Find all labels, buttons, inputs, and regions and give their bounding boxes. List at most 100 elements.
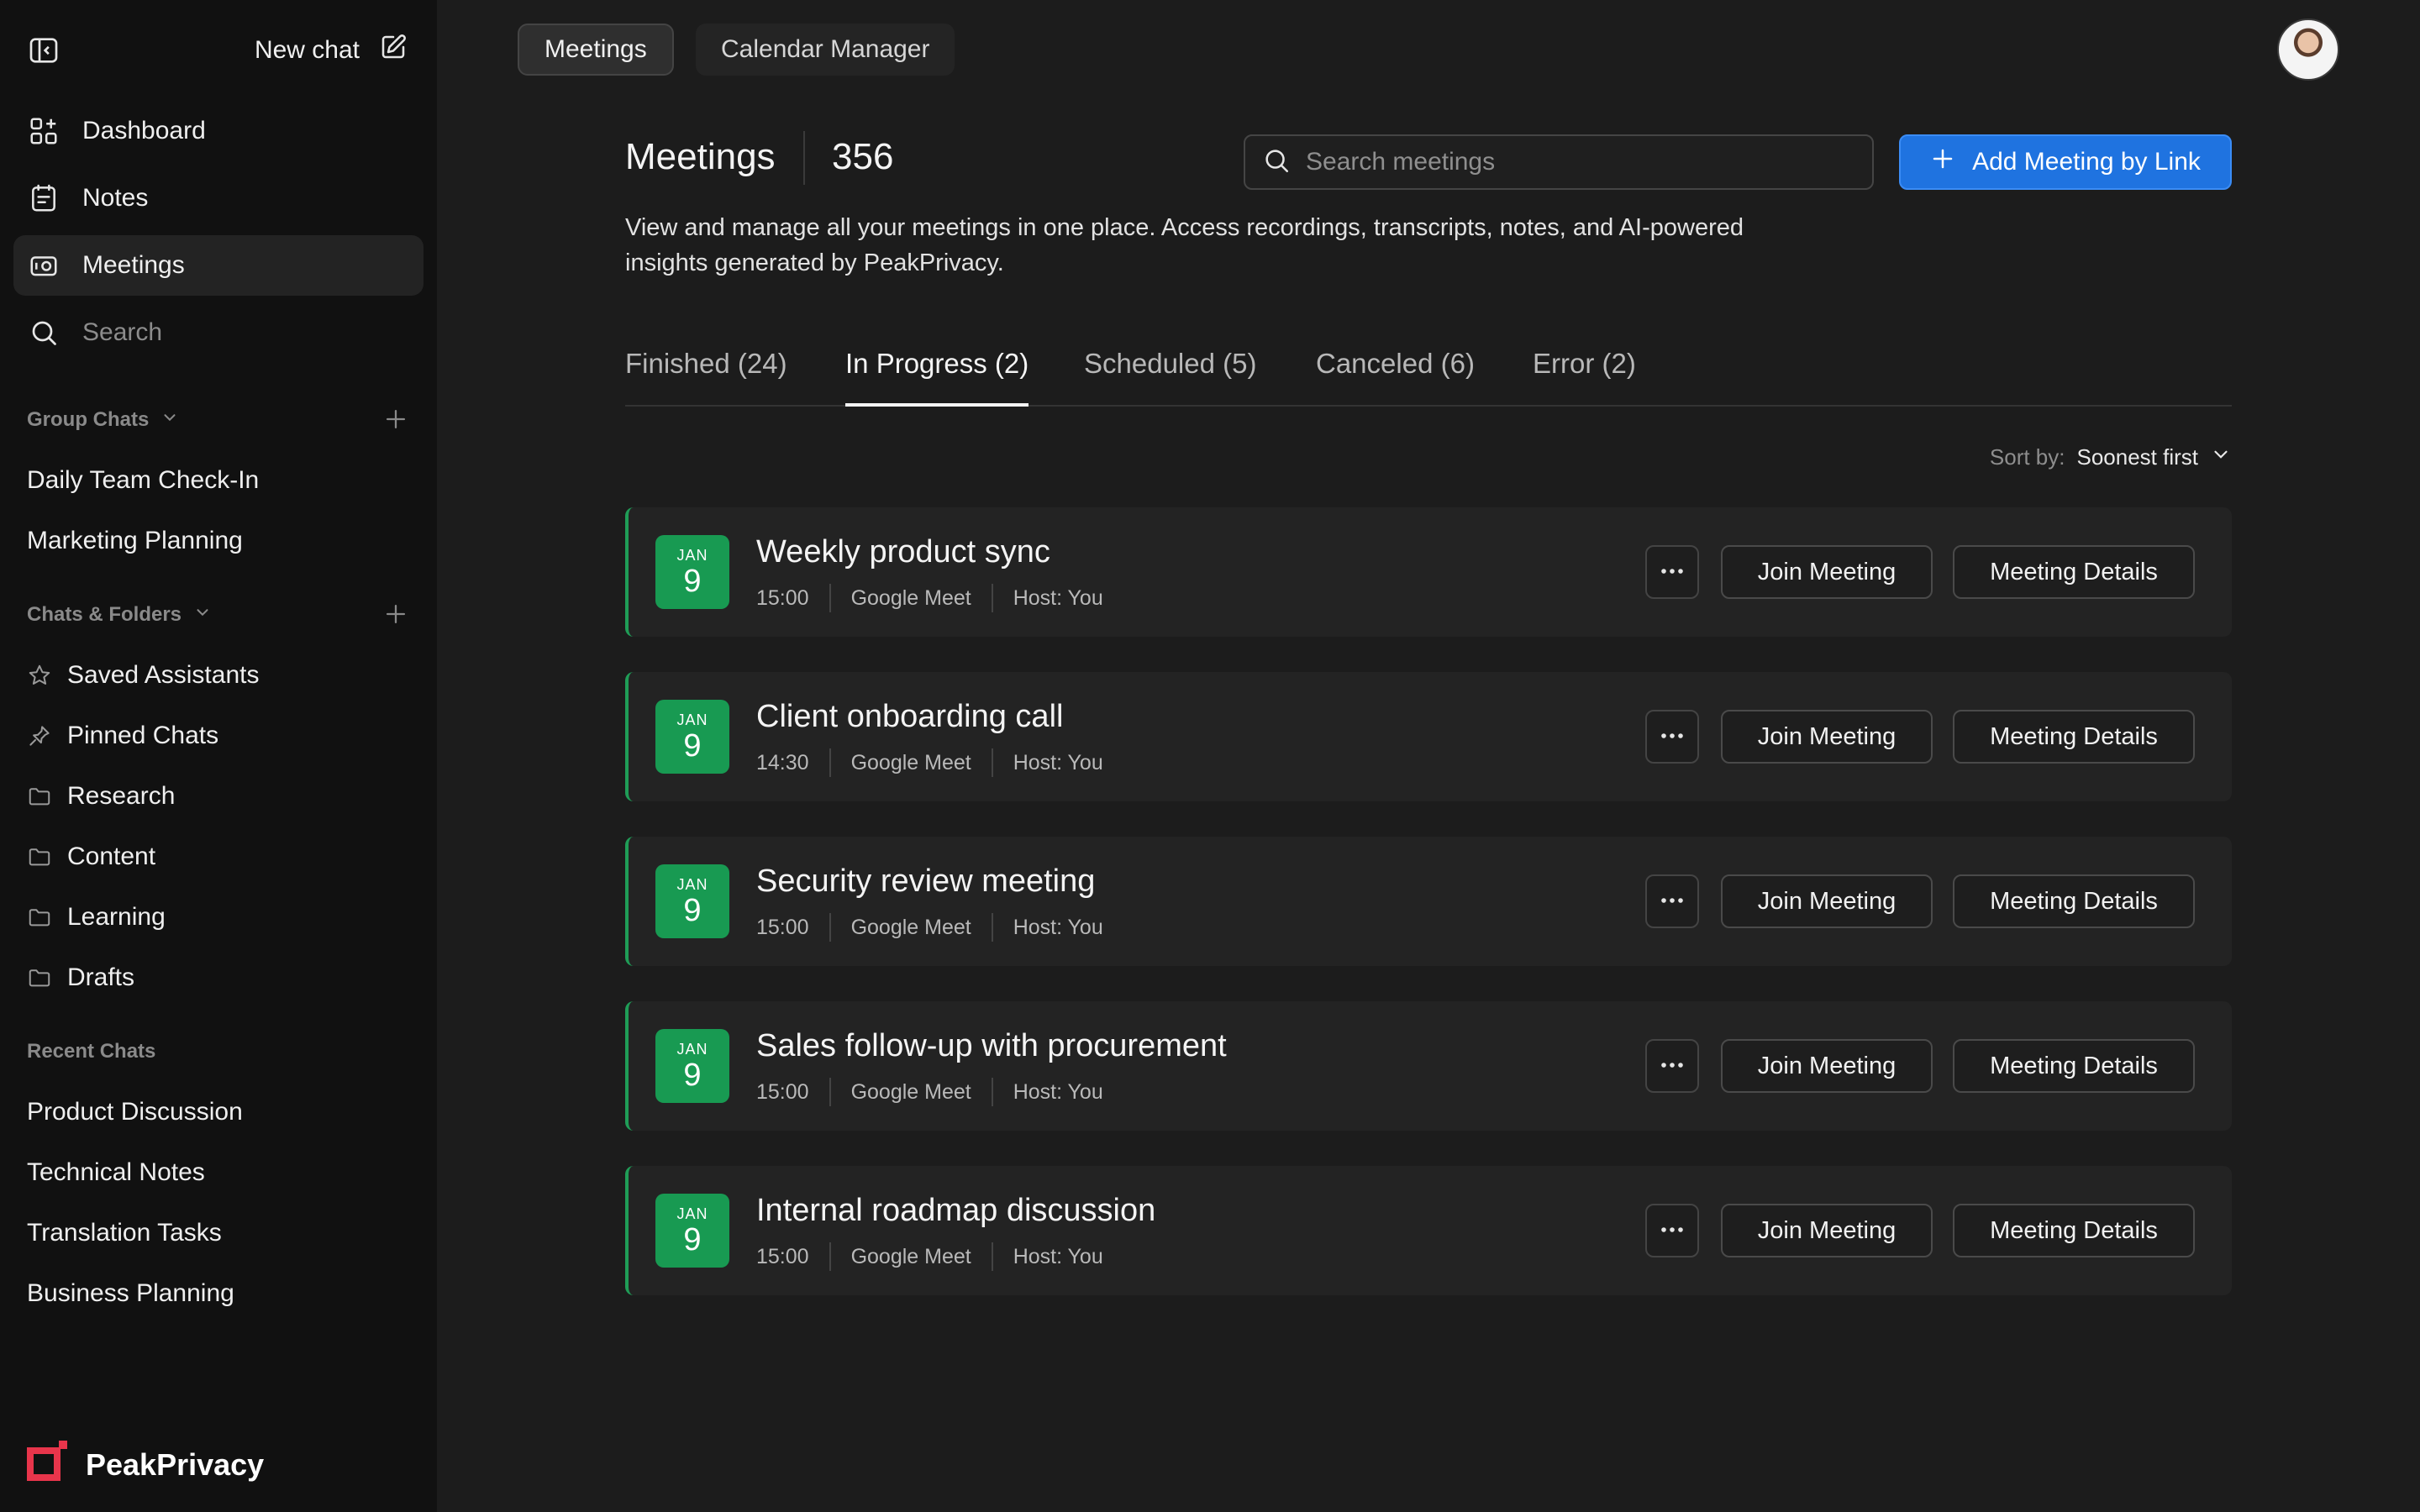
more-options-button[interactable] xyxy=(1645,545,1699,599)
meeting-meta: 15:00 Google Meet Host: You xyxy=(756,583,1103,613)
more-options-button[interactable] xyxy=(1645,1039,1699,1093)
meta-divider xyxy=(829,748,831,777)
meta-divider xyxy=(991,584,993,612)
join-meeting-button[interactable]: Join Meeting xyxy=(1721,1204,1933,1257)
meeting-meta: 15:00 Google Meet Host: You xyxy=(756,1077,1103,1107)
meeting-details-button[interactable]: Meeting Details xyxy=(1953,1039,2195,1093)
search-meetings-input[interactable] xyxy=(1306,148,1844,176)
avatar[interactable] xyxy=(2277,18,2339,81)
more-options-button[interactable] xyxy=(1645,710,1699,764)
top-bar: Meetings Calendar Manager xyxy=(437,0,2420,101)
meeting-time: 14:30 xyxy=(756,750,809,774)
tab-scheduled[interactable]: Scheduled (5) xyxy=(1084,348,1256,407)
header-divider xyxy=(803,131,805,185)
add-folder-icon[interactable] xyxy=(381,600,410,634)
chats-folders-list: Saved Assistants Pinned Chats Research C… xyxy=(27,645,410,1008)
sidebar: New chat Dashboard Notes Meetings Search… xyxy=(0,0,437,1512)
sidebar-item-dashboard[interactable]: Dashboard xyxy=(13,101,424,161)
meeting-details-button[interactable]: Meeting Details xyxy=(1953,874,2195,928)
join-meeting-button[interactable]: Join Meeting xyxy=(1721,710,1933,764)
meeting-time: 15:00 xyxy=(756,585,809,610)
brand-name: PeakPrivacy xyxy=(86,1447,265,1482)
add-meeting-by-link-button[interactable]: Add Meeting by Link xyxy=(1899,134,2232,190)
tab-in-progress[interactable]: In Progress (2) xyxy=(845,348,1029,407)
sidebar-item-meetings[interactable]: Meetings xyxy=(13,235,424,296)
join-meeting-button[interactable]: Join Meeting xyxy=(1721,874,1933,928)
chats-folders-heading[interactable]: Chats & Folders xyxy=(27,598,410,632)
sidebar-item-search[interactable]: Search xyxy=(13,302,424,363)
meeting-platform: Google Meet xyxy=(850,1244,971,1268)
list-item-label: Saved Assistants xyxy=(67,661,260,689)
group-chats-heading[interactable]: Group Chats xyxy=(27,403,410,437)
edit-icon xyxy=(378,32,408,69)
date-day: 9 xyxy=(683,564,702,599)
date-badge: JAN 9 xyxy=(655,700,729,774)
meeting-time: 15:00 xyxy=(756,915,809,939)
meta-divider xyxy=(991,1078,993,1106)
more-options-button[interactable] xyxy=(1645,1204,1699,1257)
join-meeting-button[interactable]: Join Meeting xyxy=(1721,1039,1933,1093)
list-item[interactable]: Product Discussion xyxy=(27,1082,410,1142)
join-meeting-button[interactable]: Join Meeting xyxy=(1721,545,1933,599)
section-title: Recent Chats xyxy=(27,1040,156,1063)
pinned-chats-item[interactable]: Pinned Chats xyxy=(27,706,410,766)
search-icon xyxy=(1262,146,1291,179)
sidebar-item-notes[interactable]: Notes xyxy=(13,168,424,228)
sidebar-item-label: Search xyxy=(82,318,163,346)
folder-icon xyxy=(27,784,52,809)
list-item-label: Content xyxy=(67,843,156,870)
list-item[interactable]: Daily Team Check-In xyxy=(27,450,410,511)
tab-canceled[interactable]: Canceled (6) xyxy=(1316,348,1475,407)
sidebar-toggle-icon[interactable] xyxy=(25,32,62,69)
folder-drafts[interactable]: Drafts xyxy=(27,948,410,1008)
tab-calendar-manager[interactable]: Calendar Manager xyxy=(696,24,955,76)
add-group-chat-icon[interactable] xyxy=(381,405,410,439)
list-item-label: Research xyxy=(67,782,176,810)
date-month: JAN xyxy=(676,547,708,564)
brand-logo[interactable]: PeakPrivacy xyxy=(27,1440,265,1488)
meetings-count: 356 xyxy=(832,136,894,177)
more-options-button[interactable] xyxy=(1645,874,1699,928)
list-item[interactable]: Translation Tasks xyxy=(27,1203,410,1263)
ellipsis-icon xyxy=(1660,729,1685,744)
list-item-label: Pinned Chats xyxy=(67,722,219,749)
meeting-platform: Google Meet xyxy=(850,750,971,774)
tab-meetings[interactable]: Meetings xyxy=(518,24,674,76)
list-item[interactable]: Technical Notes xyxy=(27,1142,410,1203)
search-meetings-field[interactable] xyxy=(1244,134,1874,190)
folder-research[interactable]: Research xyxy=(27,766,410,827)
meta-divider xyxy=(991,748,993,777)
app-window: New chat Dashboard Notes Meetings Search… xyxy=(0,0,2420,1512)
meeting-details-button[interactable]: Meeting Details xyxy=(1953,1204,2195,1257)
recent-chats-list: Product Discussion Technical Notes Trans… xyxy=(27,1082,410,1324)
date-badge: JAN 9 xyxy=(655,1029,729,1103)
meeting-details-button[interactable]: Meeting Details xyxy=(1953,545,2195,599)
plus-icon xyxy=(1930,146,1955,178)
page-title: Meetings xyxy=(625,136,776,177)
meeting-card: JAN 9 Sales follow-up with procurement 1… xyxy=(625,1001,2232,1131)
meeting-host: Host: You xyxy=(1013,1244,1103,1268)
meeting-details-button[interactable]: Meeting Details xyxy=(1953,710,2195,764)
folder-content[interactable]: Content xyxy=(27,827,410,887)
saved-assistants-item[interactable]: Saved Assistants xyxy=(27,645,410,706)
meeting-title: Sales follow-up with procurement xyxy=(756,1028,1227,1063)
date-day: 9 xyxy=(683,893,702,928)
meeting-time: 15:00 xyxy=(756,1079,809,1104)
meeting-time: 15:00 xyxy=(756,1244,809,1268)
meeting-host: Host: You xyxy=(1013,915,1103,939)
new-chat-button[interactable]: New chat xyxy=(255,29,408,72)
meeting-platform: Google Meet xyxy=(850,915,971,939)
list-item[interactable]: Marketing Planning xyxy=(27,511,410,571)
list-item[interactable]: Business Planning xyxy=(27,1263,410,1324)
folder-learning[interactable]: Learning xyxy=(27,887,410,948)
sidebar-item-label: Notes xyxy=(82,184,149,212)
meta-divider xyxy=(829,1078,831,1106)
tab-error[interactable]: Error (2) xyxy=(1533,348,1636,407)
date-badge: JAN 9 xyxy=(655,535,729,609)
tab-finished[interactable]: Finished (24) xyxy=(625,348,787,407)
sidebar-nav: Dashboard Notes Meetings Search xyxy=(13,101,424,370)
sort-control[interactable]: Sort by: Soonest first xyxy=(1990,440,2232,474)
meta-divider xyxy=(991,1242,993,1271)
grid-plus-icon xyxy=(27,114,60,148)
meeting-list: JAN 9 Weekly product sync 15:00 Google M… xyxy=(625,507,2232,1331)
